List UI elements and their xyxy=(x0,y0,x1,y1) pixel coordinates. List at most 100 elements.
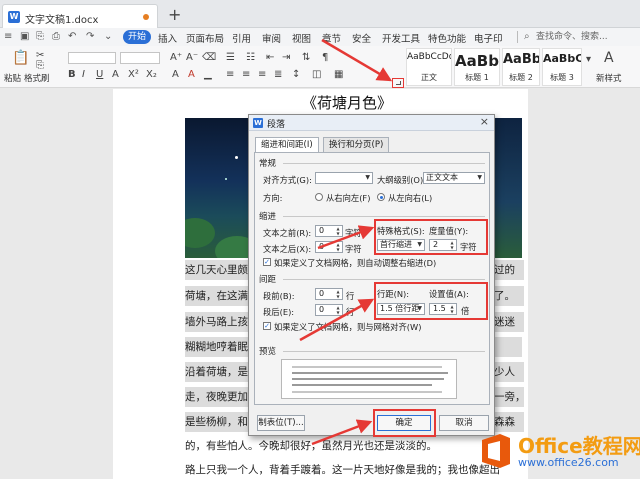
space-before-stepper[interactable]: 0 ▲ ▼ xyxy=(315,288,343,300)
strikethrough-icon[interactable]: A xyxy=(112,69,119,80)
increase-indent-icon[interactable]: ⇥ xyxy=(282,52,290,63)
style-name: 标题 1 xyxy=(465,73,489,82)
auto-right-indent-checkbox[interactable]: ✓ xyxy=(263,258,271,266)
command-search-input[interactable]: ⌕ 查找命令、搜索... xyxy=(522,29,634,45)
space-after-stepper[interactable]: 0 ▲ ▼ xyxy=(315,304,343,316)
preview-line xyxy=(292,391,442,393)
paragraph-dialog-launcher-icon[interactable] xyxy=(392,78,404,88)
writer-doc-icon: W xyxy=(8,11,20,23)
menu-tab-features[interactable]: 特色功能 xyxy=(428,31,466,45)
stepper-arrows-icon[interactable]: ▲ ▼ xyxy=(335,226,341,236)
subscript-icon[interactable]: X₂ xyxy=(146,69,157,80)
highlight-icon[interactable]: ▁ xyxy=(204,69,212,80)
underline-icon[interactable]: U xyxy=(96,69,103,80)
new-tab-button[interactable]: + xyxy=(168,5,181,24)
menu-tab-references[interactable]: 引用 xyxy=(232,31,251,45)
clear-format-icon[interactable]: ⌫ xyxy=(202,52,216,63)
outline-level-select[interactable]: 正文文本 ▼ xyxy=(423,172,485,184)
font-name-combo[interactable] xyxy=(68,52,116,64)
bold-icon[interactable]: B xyxy=(68,69,76,80)
alignment-select[interactable]: ▼ xyxy=(315,172,373,184)
justify-icon[interactable]: ≣ xyxy=(274,69,282,80)
document-tab[interactable]: W 文字文稿1.docx xyxy=(2,4,158,28)
menu-tab-view[interactable]: 视图 xyxy=(292,31,311,45)
copy-icon[interactable]: ⎘ xyxy=(36,60,44,71)
menu-tab-security[interactable]: 安全 xyxy=(352,31,371,45)
paste-icon[interactable]: 📋 xyxy=(12,50,29,66)
sort-icon[interactable]: ⇅ xyxy=(302,52,310,63)
shrink-font-icon[interactable]: A⁻ xyxy=(186,52,198,63)
section-divider xyxy=(283,351,485,352)
section-indent: 缩进 xyxy=(259,212,277,222)
grow-font-icon[interactable]: A⁺ xyxy=(170,52,182,63)
borders-icon[interactable]: ▦ xyxy=(334,69,343,80)
stepper-arrows-icon[interactable]: ▲ ▼ xyxy=(335,242,341,252)
tabs-button[interactable]: 制表位(T)... xyxy=(257,415,305,431)
show-marks-icon[interactable]: ¶ xyxy=(322,52,328,63)
indent-before-label: 文本之前(R): xyxy=(263,228,312,238)
text-effect-icon[interactable]: A xyxy=(172,69,179,80)
indent-before-stepper[interactable]: 0 ▲ ▼ xyxy=(315,225,343,237)
rtl-radio[interactable] xyxy=(315,193,323,201)
new-style-label[interactable]: 新样式 xyxy=(596,72,622,84)
snap-to-grid-label[interactable]: 如果定义了文档网格，则与网格对齐(W) xyxy=(274,321,421,333)
quick-access-dropdown-icon[interactable]: ⌄ xyxy=(104,31,112,42)
font-size-combo[interactable] xyxy=(120,52,160,64)
rtl-label[interactable]: 从右向左(F) xyxy=(326,192,370,204)
ltr-label[interactable]: 从左向右(L) xyxy=(388,192,432,204)
ok-button-highlight xyxy=(373,409,436,437)
auto-right-indent-label[interactable]: 如果定义了文档网格，则自动调整右缩进(D) xyxy=(274,257,436,269)
menu-tab-start[interactable]: 开始 xyxy=(123,30,151,44)
paragraph-preview xyxy=(281,359,457,399)
align-center-icon[interactable]: ≡ xyxy=(242,69,250,80)
numbering-icon[interactable]: ☷ xyxy=(246,52,255,63)
menu-tab-page-layout[interactable]: 页面布局 xyxy=(186,31,224,45)
dialog-title: 段落 xyxy=(267,120,286,130)
tab-line-page-breaks[interactable]: 换行和分页(P) xyxy=(323,137,390,153)
print-icon[interactable]: ⎙ xyxy=(52,31,60,42)
style-heading-2[interactable]: AaBb( 标题 2 xyxy=(502,48,540,86)
style-heading-3[interactable]: AaBbC 标题 3 xyxy=(542,48,582,86)
search-icon: ⌕ xyxy=(524,31,530,42)
stepper-arrows-icon[interactable]: ▲ ▼ xyxy=(335,289,341,299)
superscript-icon[interactable]: X² xyxy=(128,69,139,80)
style-normal[interactable]: AaBbCcDd 正文 xyxy=(406,48,452,86)
format-painter-label[interactable]: 格式刷 xyxy=(24,72,50,84)
close-icon[interactable]: × xyxy=(480,115,489,128)
space-after-unit: 行 xyxy=(346,307,355,317)
font-color-icon[interactable]: A xyxy=(188,69,195,80)
menu-tab-e-seal[interactable]: 电子印 xyxy=(474,31,503,45)
line-spacing-icon[interactable]: ↕ xyxy=(292,69,300,80)
undo-icon[interactable]: ↶ xyxy=(68,31,76,42)
shading-icon[interactable]: ◫ xyxy=(312,69,321,80)
style-heading-1[interactable]: AaBb 标题 1 xyxy=(454,48,500,86)
indent-after-label: 文本之后(X): xyxy=(263,244,312,254)
open-icon[interactable]: ⎘ xyxy=(36,31,44,42)
align-left-icon[interactable]: ≡ xyxy=(226,69,234,80)
new-style-icon[interactable]: A xyxy=(604,50,614,66)
space-before-unit: 行 xyxy=(346,291,355,301)
italic-icon[interactable]: I xyxy=(82,69,85,80)
menu-tab-review[interactable]: 审阅 xyxy=(262,31,281,45)
decrease-indent-icon[interactable]: ⇤ xyxy=(266,52,274,63)
snap-to-grid-checkbox[interactable]: ✓ xyxy=(263,322,271,330)
save-icon[interactable]: ▣ xyxy=(20,31,29,42)
watermark: Office教程网 www.office26.com xyxy=(478,428,640,474)
menu-tab-developer[interactable]: 开发工具 xyxy=(382,31,420,45)
stepper-arrows-icon[interactable]: ▲ ▼ xyxy=(335,305,341,315)
bullets-icon[interactable]: ☰ xyxy=(226,52,235,63)
styles-scroll-icon[interactable]: ▾ xyxy=(586,54,591,65)
align-right-icon[interactable]: ≡ xyxy=(258,69,266,80)
space-after-label: 段后(E): xyxy=(263,307,295,317)
menu-tab-insert[interactable]: 插入 xyxy=(158,31,177,45)
indent-after-stepper[interactable]: 0 ▲ ▼ xyxy=(315,241,343,253)
tab-indent-spacing[interactable]: 缩进和间距(I) xyxy=(255,137,319,153)
style-name: 标题 3 xyxy=(550,73,574,82)
menu-tab-section[interactable]: 章节 xyxy=(322,31,341,45)
style-name: 标题 2 xyxy=(509,73,533,82)
paste-label[interactable]: 粘贴 xyxy=(4,72,21,84)
redo-icon[interactable]: ↷ xyxy=(86,31,94,42)
menu-icon[interactable]: ≡ xyxy=(4,31,12,42)
section-spacing: 间距 xyxy=(259,275,277,285)
ltr-radio[interactable] xyxy=(377,193,385,201)
